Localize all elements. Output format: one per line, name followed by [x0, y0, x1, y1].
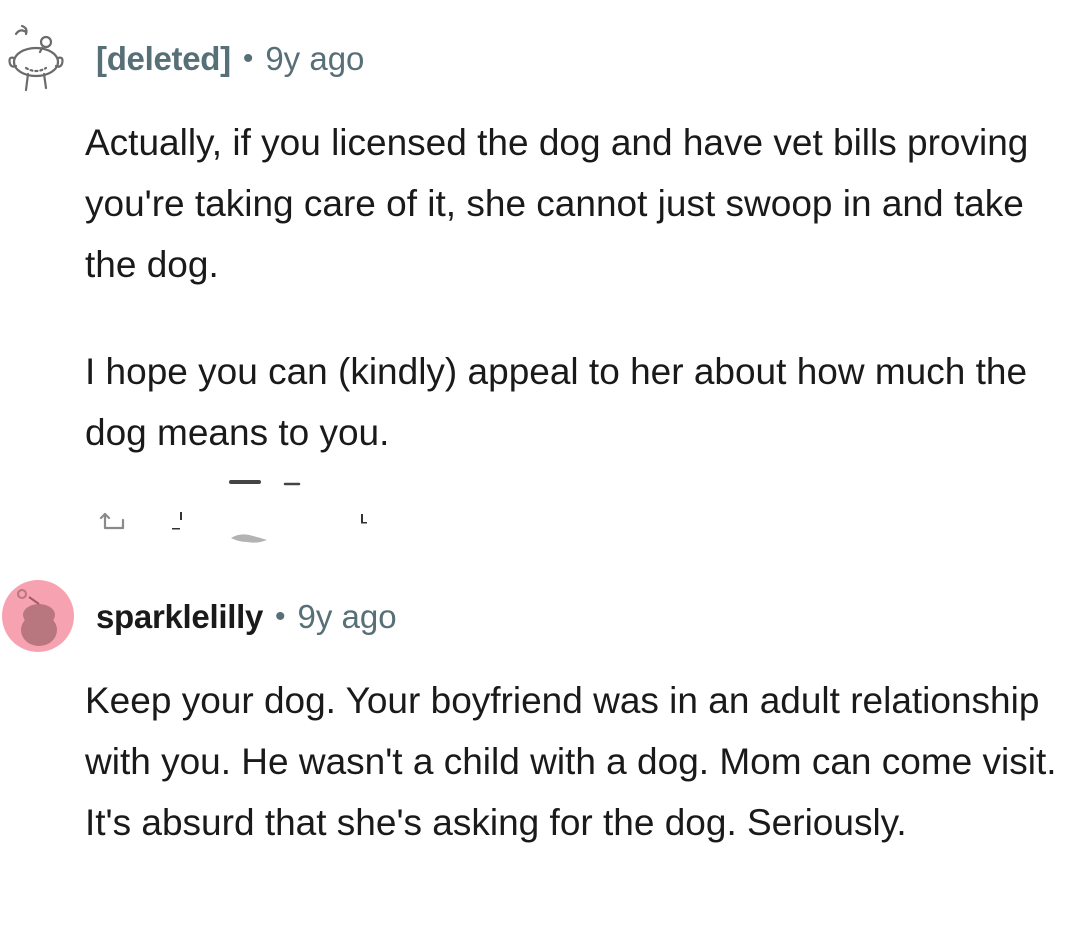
comment-body: Keep your dog. Your boyfriend was in an … — [85, 670, 1070, 853]
comment-meta: sparklelilly • 9y ago — [96, 592, 397, 642]
snoo-avatar-icon[interactable] — [2, 580, 74, 652]
deleted-user-avatar-icon — [2, 22, 74, 94]
comment-author[interactable]: sparklelilly — [96, 598, 263, 636]
comment-timestamp: 9y ago — [265, 40, 365, 77]
faded-action-icons — [99, 480, 367, 543]
reply-icon[interactable] — [99, 512, 125, 530]
comment-paragraph: I hope you can (kindly) appeal to her ab… — [85, 351, 1028, 453]
comment-actions — [85, 470, 405, 550]
comment-paragraph: Actually, if you licensed the dog and ha… — [85, 122, 1029, 285]
meta-separator: • — [242, 42, 254, 75]
comment-meta: [deleted] • 9y ago — [96, 34, 364, 84]
comment-timestamp: 9y ago — [297, 598, 397, 635]
comment-body: Actually, if you licensed the dog and ha… — [85, 112, 1070, 463]
comment-author[interactable]: [deleted] — [96, 40, 231, 78]
comment-paragraph: Keep your dog. Your boyfriend was in an … — [85, 680, 1057, 843]
meta-separator: • — [275, 600, 286, 633]
